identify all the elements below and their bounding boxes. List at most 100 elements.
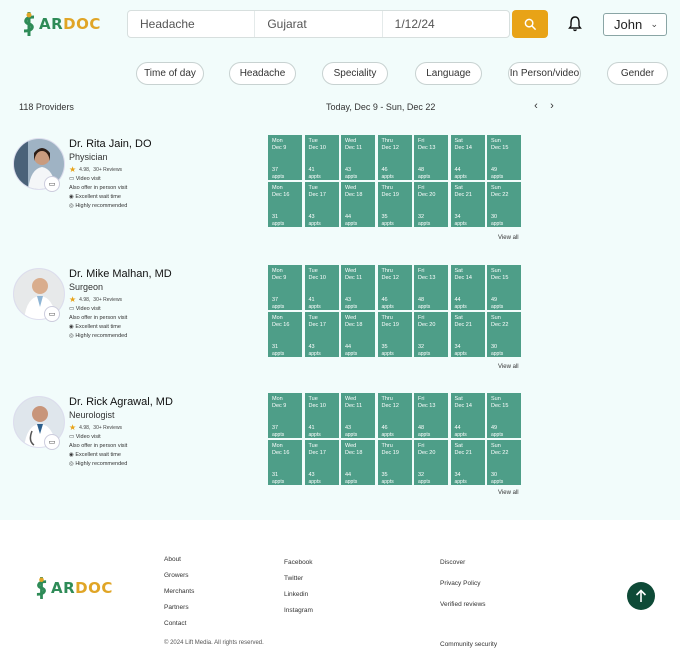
appointment-slot[interactable]: Mon Dec 9 37 appts	[268, 393, 302, 438]
slot-day: Fri	[418, 396, 425, 402]
appointment-slot[interactable]: Fri Dec 13 48 appts	[414, 393, 448, 438]
filter-speciality[interactable]: Speciality	[322, 62, 388, 85]
appointment-slot[interactable]: Sun Dec 15 49 appts	[487, 135, 521, 180]
appointment-slot[interactable]: Wed Dec 18 44 appts	[341, 312, 375, 357]
user-menu[interactable]: John ⌄	[603, 13, 667, 36]
slot-count: 34	[454, 344, 461, 350]
slot-unit: appts	[381, 304, 394, 310]
slot-day: Sun	[491, 315, 501, 321]
slot-day: Tue	[308, 396, 318, 402]
appointment-slot[interactable]: Thru Dec 19 35 appts	[377, 182, 412, 227]
appointment-slot[interactable]: Mon Dec 9 37 appts	[268, 135, 302, 180]
footer-link-privacy[interactable]: Privacy Policy	[440, 580, 480, 587]
appointment-slot[interactable]: Sun Dec 22 30 appts	[487, 312, 521, 357]
footer-link-facebook[interactable]: Facebook	[284, 559, 313, 566]
appointment-slot[interactable]: Thru Dec 19 35 appts	[377, 312, 412, 357]
appointment-slot[interactable]: Sat Dec 21 34 appts	[450, 440, 485, 485]
slot-day: Tue	[308, 268, 318, 274]
footer-link-about[interactable]: About	[164, 556, 181, 563]
appointment-slot[interactable]: Tue Dec 17 43 appts	[304, 312, 339, 357]
footer-link-growers[interactable]: Growers	[164, 572, 189, 579]
footer-link-instagram[interactable]: Instagram	[284, 607, 313, 614]
slot-count: 44	[454, 297, 461, 303]
appointment-slot[interactable]: Sat Dec 14 44 appts	[450, 393, 485, 438]
slot-date: Dec 13	[418, 275, 436, 281]
appointment-slot[interactable]: Fri Dec 13 48 appts	[414, 135, 448, 180]
filter-condition[interactable]: Headache	[229, 62, 296, 85]
appointment-slot[interactable]: Tue Dec 17 43 appts	[304, 182, 339, 227]
footer-link-partners[interactable]: Partners	[164, 604, 189, 611]
slot-date: Dec 13	[418, 403, 436, 409]
slot-date: Dec 11	[345, 403, 363, 409]
appointment-slot[interactable]: Sat Dec 21 34 appts	[450, 312, 485, 357]
appointment-slot[interactable]: Fri Dec 13 48 appts	[414, 265, 448, 310]
appointment-slot[interactable]: Wed Dec 11 43 appts	[341, 393, 375, 438]
appointment-slot[interactable]: Thru Dec 12 46 appts	[377, 393, 412, 438]
slot-unit: appts	[454, 174, 467, 180]
slot-count: 44	[454, 425, 461, 431]
appointment-slot[interactable]: Wed Dec 11 43 appts	[341, 265, 375, 310]
appointment-slot[interactable]: Thru Dec 12 46 appts	[377, 265, 412, 310]
logo[interactable]: ARDOC	[22, 12, 101, 36]
slot-unit: appts	[308, 351, 321, 357]
date-field[interactable]: 1/12/24	[383, 11, 509, 37]
view-all-link[interactable]: View all	[498, 235, 519, 241]
appointment-slot[interactable]: Thru Dec 12 46 appts	[377, 135, 412, 180]
filter-gender[interactable]: Gender	[607, 62, 668, 85]
appointment-slot[interactable]: Sat Dec 21 34 appts	[450, 182, 485, 227]
filter-visit-type[interactable]: In Person/video	[508, 62, 581, 85]
footer-link-discover[interactable]: Discover	[440, 559, 465, 566]
appointment-slot[interactable]: Fri Dec 20 32 appts	[414, 440, 448, 485]
notification-button[interactable]	[566, 14, 584, 34]
appointment-slot[interactable]: Tue Dec 10 41 appts	[304, 265, 339, 310]
appointment-slot[interactable]: Tue Dec 17 43 appts	[304, 440, 339, 485]
location-field[interactable]: Gujarat	[255, 11, 383, 37]
footer-logo[interactable]: ARDOC	[35, 577, 113, 599]
condition-field[interactable]: Headache	[128, 11, 256, 37]
appointment-slot[interactable]: Fri Dec 20 32 appts	[414, 182, 448, 227]
scroll-to-top-button[interactable]	[627, 582, 655, 610]
appointment-slot[interactable]: Wed Dec 18 44 appts	[341, 440, 375, 485]
footer-link-reviews[interactable]: Verified reviews	[440, 601, 486, 608]
appointment-slot[interactable]: Fri Dec 20 32 appts	[414, 312, 448, 357]
filter-time-of-day[interactable]: Time of day	[136, 62, 204, 85]
appointment-slot[interactable]: Sat Dec 14 44 appts	[450, 265, 485, 310]
footer-link-twitter[interactable]: Twitter	[284, 575, 303, 582]
appointment-slot[interactable]: Mon Dec 16 31 appts	[268, 312, 302, 357]
provider-name[interactable]: Dr. Rita Jain, DO	[69, 138, 152, 150]
footer-link-community-security[interactable]: Community security	[440, 641, 497, 648]
appointment-slot[interactable]: Mon Dec 9 37 appts	[268, 265, 302, 310]
slot-unit: appts	[345, 479, 358, 485]
appointment-slot[interactable]: Mon Dec 16 31 appts	[268, 182, 302, 227]
footer-link-linkedin[interactable]: Linkedin	[284, 591, 308, 598]
appointment-slot[interactable]: Tue Dec 10 41 appts	[304, 135, 339, 180]
next-week-button[interactable]: ›	[546, 100, 558, 112]
footer-link-merchants[interactable]: Merchants	[164, 588, 194, 595]
appointment-slot[interactable]: Sun Dec 15 49 appts	[487, 265, 521, 310]
slot-unit: appts	[308, 221, 321, 227]
appointment-slot[interactable]: Sun Dec 22 30 appts	[487, 182, 521, 227]
view-all-link[interactable]: View all	[498, 490, 519, 496]
provider-name[interactable]: Dr. Rick Agrawal, MD	[69, 396, 173, 408]
appointment-slot[interactable]: Thru Dec 19 35 appts	[377, 440, 412, 485]
provider-specialty: Physician	[69, 152, 108, 162]
appointment-slot[interactable]: Sun Dec 22 30 appts	[487, 440, 521, 485]
logo-caduceus-icon	[23, 12, 35, 36]
provider-name[interactable]: Dr. Mike Malhan, MD	[69, 268, 172, 280]
slot-date: Dec 14	[454, 145, 472, 151]
filter-language[interactable]: Language	[415, 62, 482, 85]
appointment-slot[interactable]: Sat Dec 14 44 appts	[450, 135, 485, 180]
footer-link-contact[interactable]: Contact	[164, 620, 186, 627]
slot-day: Fri	[418, 268, 425, 274]
video-camera-icon: ▭	[44, 176, 60, 192]
appointment-slot[interactable]: Tue Dec 10 41 appts	[304, 393, 339, 438]
appointment-slot[interactable]: Mon Dec 16 31 appts	[268, 440, 302, 485]
appointment-slot[interactable]: Wed Dec 18 44 appts	[341, 182, 375, 227]
provider-card: ▭ Dr. Rick Agrawal, MD Neurologist ★ 4.98…	[0, 393, 680, 513]
appointment-slot[interactable]: Wed Dec 11 43 appts	[341, 135, 375, 180]
slot-unit: appts	[491, 432, 504, 438]
search-button[interactable]	[512, 10, 548, 38]
prev-week-button[interactable]: ‹	[530, 100, 542, 112]
appointment-slot[interactable]: Sun Dec 15 49 appts	[487, 393, 521, 438]
view-all-link[interactable]: View all	[498, 364, 519, 370]
